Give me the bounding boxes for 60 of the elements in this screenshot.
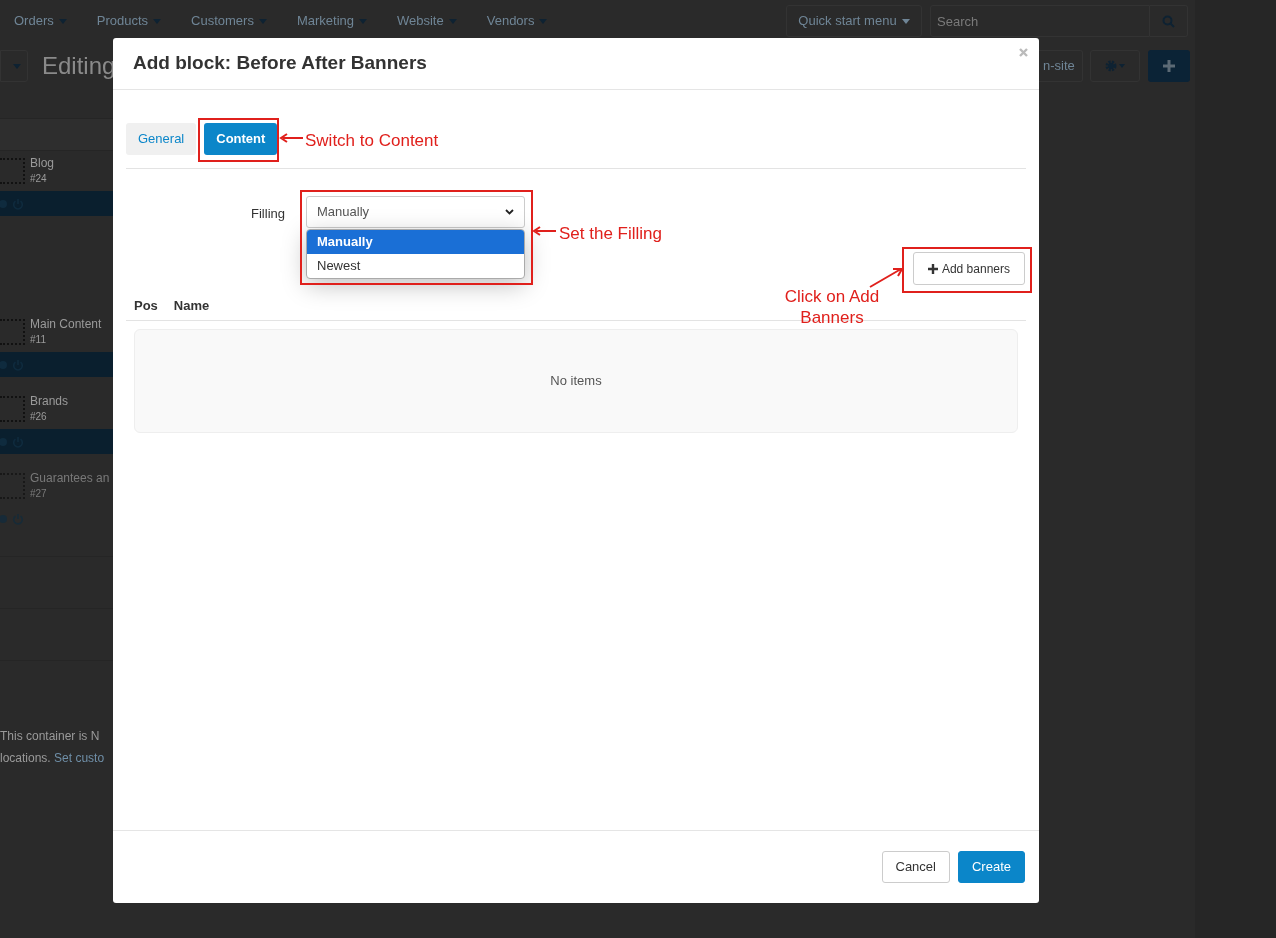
close-icon[interactable]	[1019, 48, 1028, 57]
empty-message: No items	[550, 372, 602, 391]
annotation-arrow	[279, 133, 303, 143]
quick-start-button[interactable]: Quick start menu	[786, 5, 922, 37]
nav-menu[interactable]: Marketing	[296, 11, 367, 31]
block-thumbnail	[0, 396, 25, 422]
annotation-arrow	[532, 226, 556, 236]
add-banners-button[interactable]: Add banners	[912, 252, 1025, 285]
filling-select[interactable]: Manually	[306, 196, 525, 228]
annotation-label: Switch to Content	[305, 130, 439, 152]
block-name: Main Content	[30, 317, 102, 332]
add-button[interactable]	[1148, 50, 1190, 82]
nav-menu[interactable]: Orders	[14, 11, 67, 31]
chevron-icon	[505, 209, 514, 215]
caret-icon	[359, 18, 367, 24]
caret-icon	[258, 18, 267, 24]
dropdown-option[interactable]: Newest	[307, 254, 524, 278]
caret-icon	[539, 18, 548, 24]
annotation-label: Click on Add Banners	[783, 286, 881, 328]
block-id: #26	[30, 410, 48, 424]
search-button[interactable]	[1150, 5, 1188, 37]
container-note: This container is N	[0, 728, 101, 745]
search-icon	[1162, 14, 1175, 28]
plus-icon	[927, 263, 938, 274]
caret-icon	[901, 18, 910, 24]
page-title: Editing	[42, 51, 116, 81]
nav-menu[interactable]: Customers	[191, 11, 267, 31]
caret-icon	[448, 18, 457, 24]
modal-title: Add block: Before After Banners	[133, 51, 427, 76]
tab[interactable]: Content	[204, 123, 278, 155]
nav-menu[interactable]: Products	[96, 11, 162, 31]
annotation-label: Set the Filling	[559, 223, 662, 245]
dropdown-option[interactable]: Manually	[307, 230, 524, 254]
column-header: Name	[173, 296, 210, 315]
tab[interactable]: General	[126, 123, 197, 155]
nav-menu[interactable]: Vendors	[486, 11, 548, 31]
caret-icon	[153, 18, 162, 24]
block-thumbnail	[0, 158, 25, 184]
annotation-arrow	[868, 266, 904, 288]
settings-icon	[1105, 60, 1125, 72]
field-label: Filling	[250, 205, 285, 223]
container-note: locations.	[0, 751, 51, 765]
block-name: Brands	[30, 394, 69, 409]
settings-button[interactable]	[1090, 50, 1140, 82]
block-name: Blog	[30, 156, 55, 171]
custom-settings-link[interactable]: Set custo	[54, 751, 105, 765]
plus-icon	[1163, 60, 1175, 72]
block-id: #27	[30, 487, 48, 501]
caret-icon	[58, 18, 67, 24]
search-field[interactable]: Search	[930, 5, 1150, 37]
caret-icon	[12, 63, 21, 69]
cancel-button[interactable]: Cancel	[881, 851, 950, 883]
create-button[interactable]: Create	[957, 851, 1025, 883]
block-name: Guarantees an	[30, 471, 110, 486]
block-thumbnail	[0, 319, 25, 345]
block-id: #11	[30, 333, 47, 347]
column-header: Pos	[134, 296, 158, 315]
nav-menu[interactable]: Website	[397, 11, 457, 31]
dropdown-button[interactable]	[0, 50, 28, 82]
block-id: #24	[30, 172, 48, 186]
